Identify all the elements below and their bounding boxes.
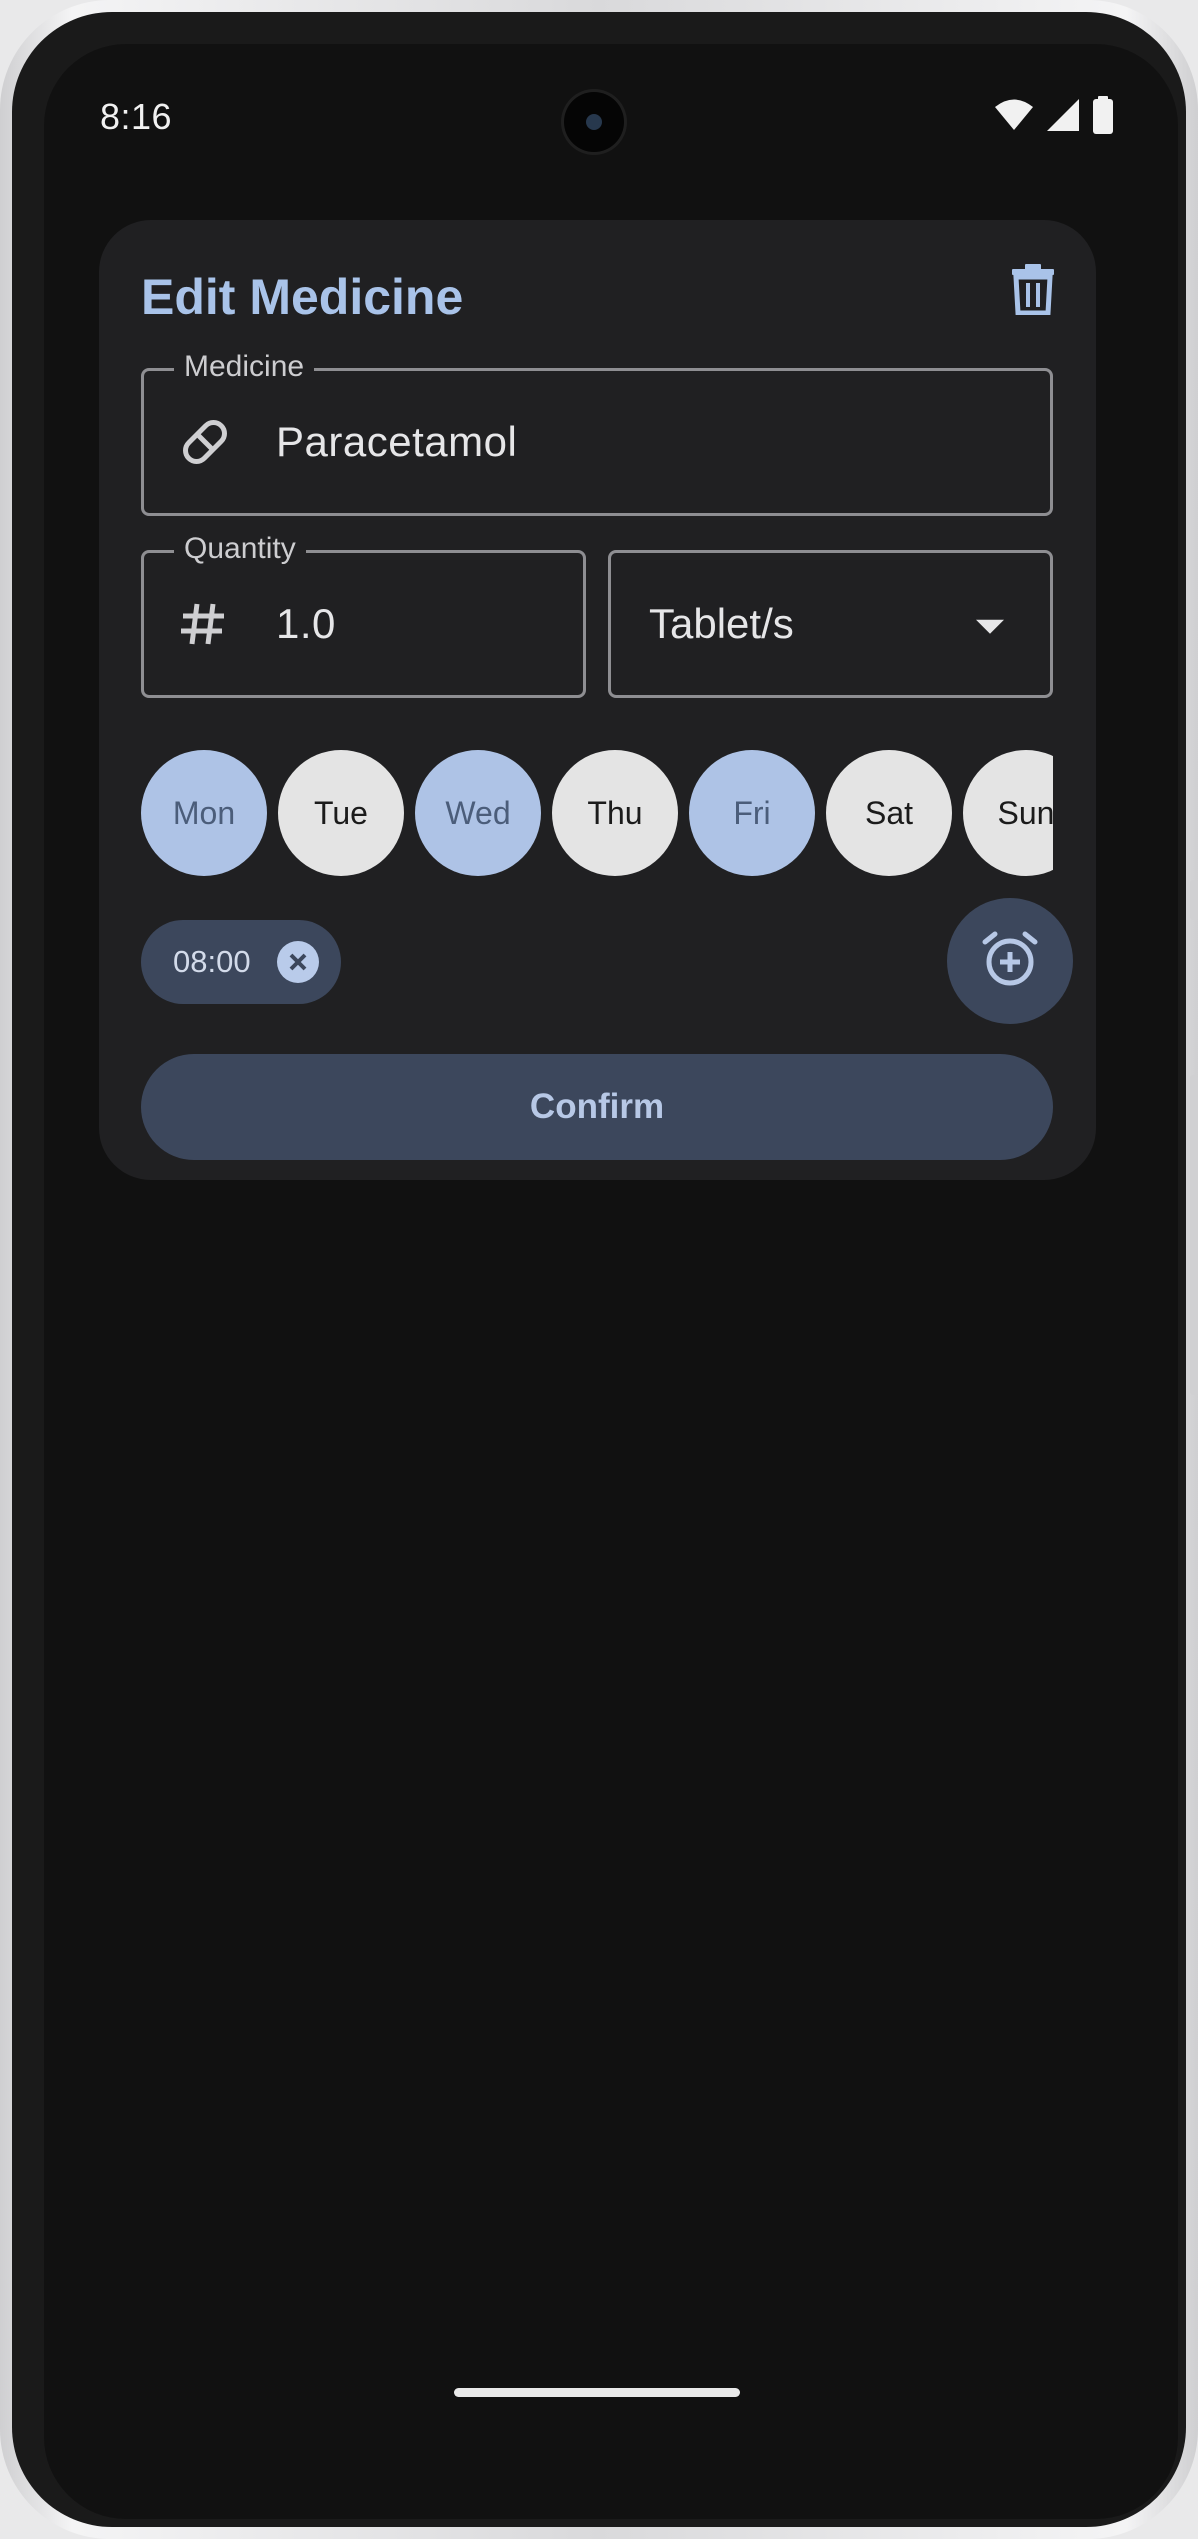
day-mon[interactable]: Mon bbox=[141, 750, 267, 876]
screen: 8:16 Edit Medicine Medicine Paracetamol … bbox=[44, 44, 1178, 2519]
dialog-title: Edit Medicine bbox=[141, 269, 464, 325]
day-fri[interactable]: Fri bbox=[689, 750, 815, 876]
day-sat[interactable]: Sat bbox=[826, 750, 952, 876]
wifi-icon bbox=[994, 98, 1034, 137]
alarm-add-icon bbox=[979, 928, 1041, 995]
quantity-input[interactable]: 1.0 bbox=[276, 600, 336, 648]
day-sun[interactable]: Sun bbox=[963, 750, 1053, 876]
status-icons bbox=[994, 96, 1114, 139]
edit-medicine-dialog: Edit Medicine Medicine Paracetamol Quant… bbox=[99, 220, 1096, 1180]
device-frame: 8:16 Edit Medicine Medicine Paracetamol … bbox=[0, 0, 1198, 2539]
status-time: 8:16 bbox=[100, 96, 173, 137]
unit-select[interactable]: Tablet/s bbox=[608, 550, 1053, 698]
time-chip-label: 08:00 bbox=[173, 944, 251, 979]
medicine-input[interactable]: Paracetamol bbox=[276, 418, 517, 466]
day-wed[interactable]: Wed bbox=[415, 750, 541, 876]
front-camera bbox=[564, 92, 624, 152]
signal-icon bbox=[1046, 98, 1080, 137]
pill-icon bbox=[178, 415, 232, 469]
unit-select-value: Tablet/s bbox=[649, 600, 794, 647]
trash-icon bbox=[1011, 263, 1055, 320]
day-tue[interactable]: Tue bbox=[278, 750, 404, 876]
power-button bbox=[1190, 880, 1198, 920]
add-time-button[interactable] bbox=[947, 898, 1073, 1024]
quantity-field[interactable]: Quantity 1.0 bbox=[141, 531, 586, 698]
volume-button bbox=[1190, 1075, 1198, 1395]
hash-icon bbox=[178, 599, 228, 649]
home-indicator[interactable] bbox=[454, 2388, 740, 2397]
medicine-field-label: Medicine bbox=[174, 349, 315, 385]
quantity-field-label: Quantity bbox=[174, 531, 306, 567]
device-bezel: 8:16 Edit Medicine Medicine Paracetamol … bbox=[12, 12, 1186, 2527]
close-icon[interactable] bbox=[277, 941, 319, 983]
time-chip[interactable]: 08:00 bbox=[141, 920, 341, 1004]
delete-button[interactable] bbox=[1000, 256, 1066, 326]
day-thu[interactable]: Thu bbox=[552, 750, 678, 876]
confirm-button[interactable]: Confirm bbox=[141, 1054, 1053, 1160]
battery-icon bbox=[1092, 96, 1114, 139]
medicine-field[interactable]: Medicine Paracetamol bbox=[141, 349, 1053, 516]
weekday-selector: Mon Tue Wed Thu Fri Sat Sun bbox=[141, 750, 1053, 876]
chevron-down-icon bbox=[976, 619, 1004, 634]
